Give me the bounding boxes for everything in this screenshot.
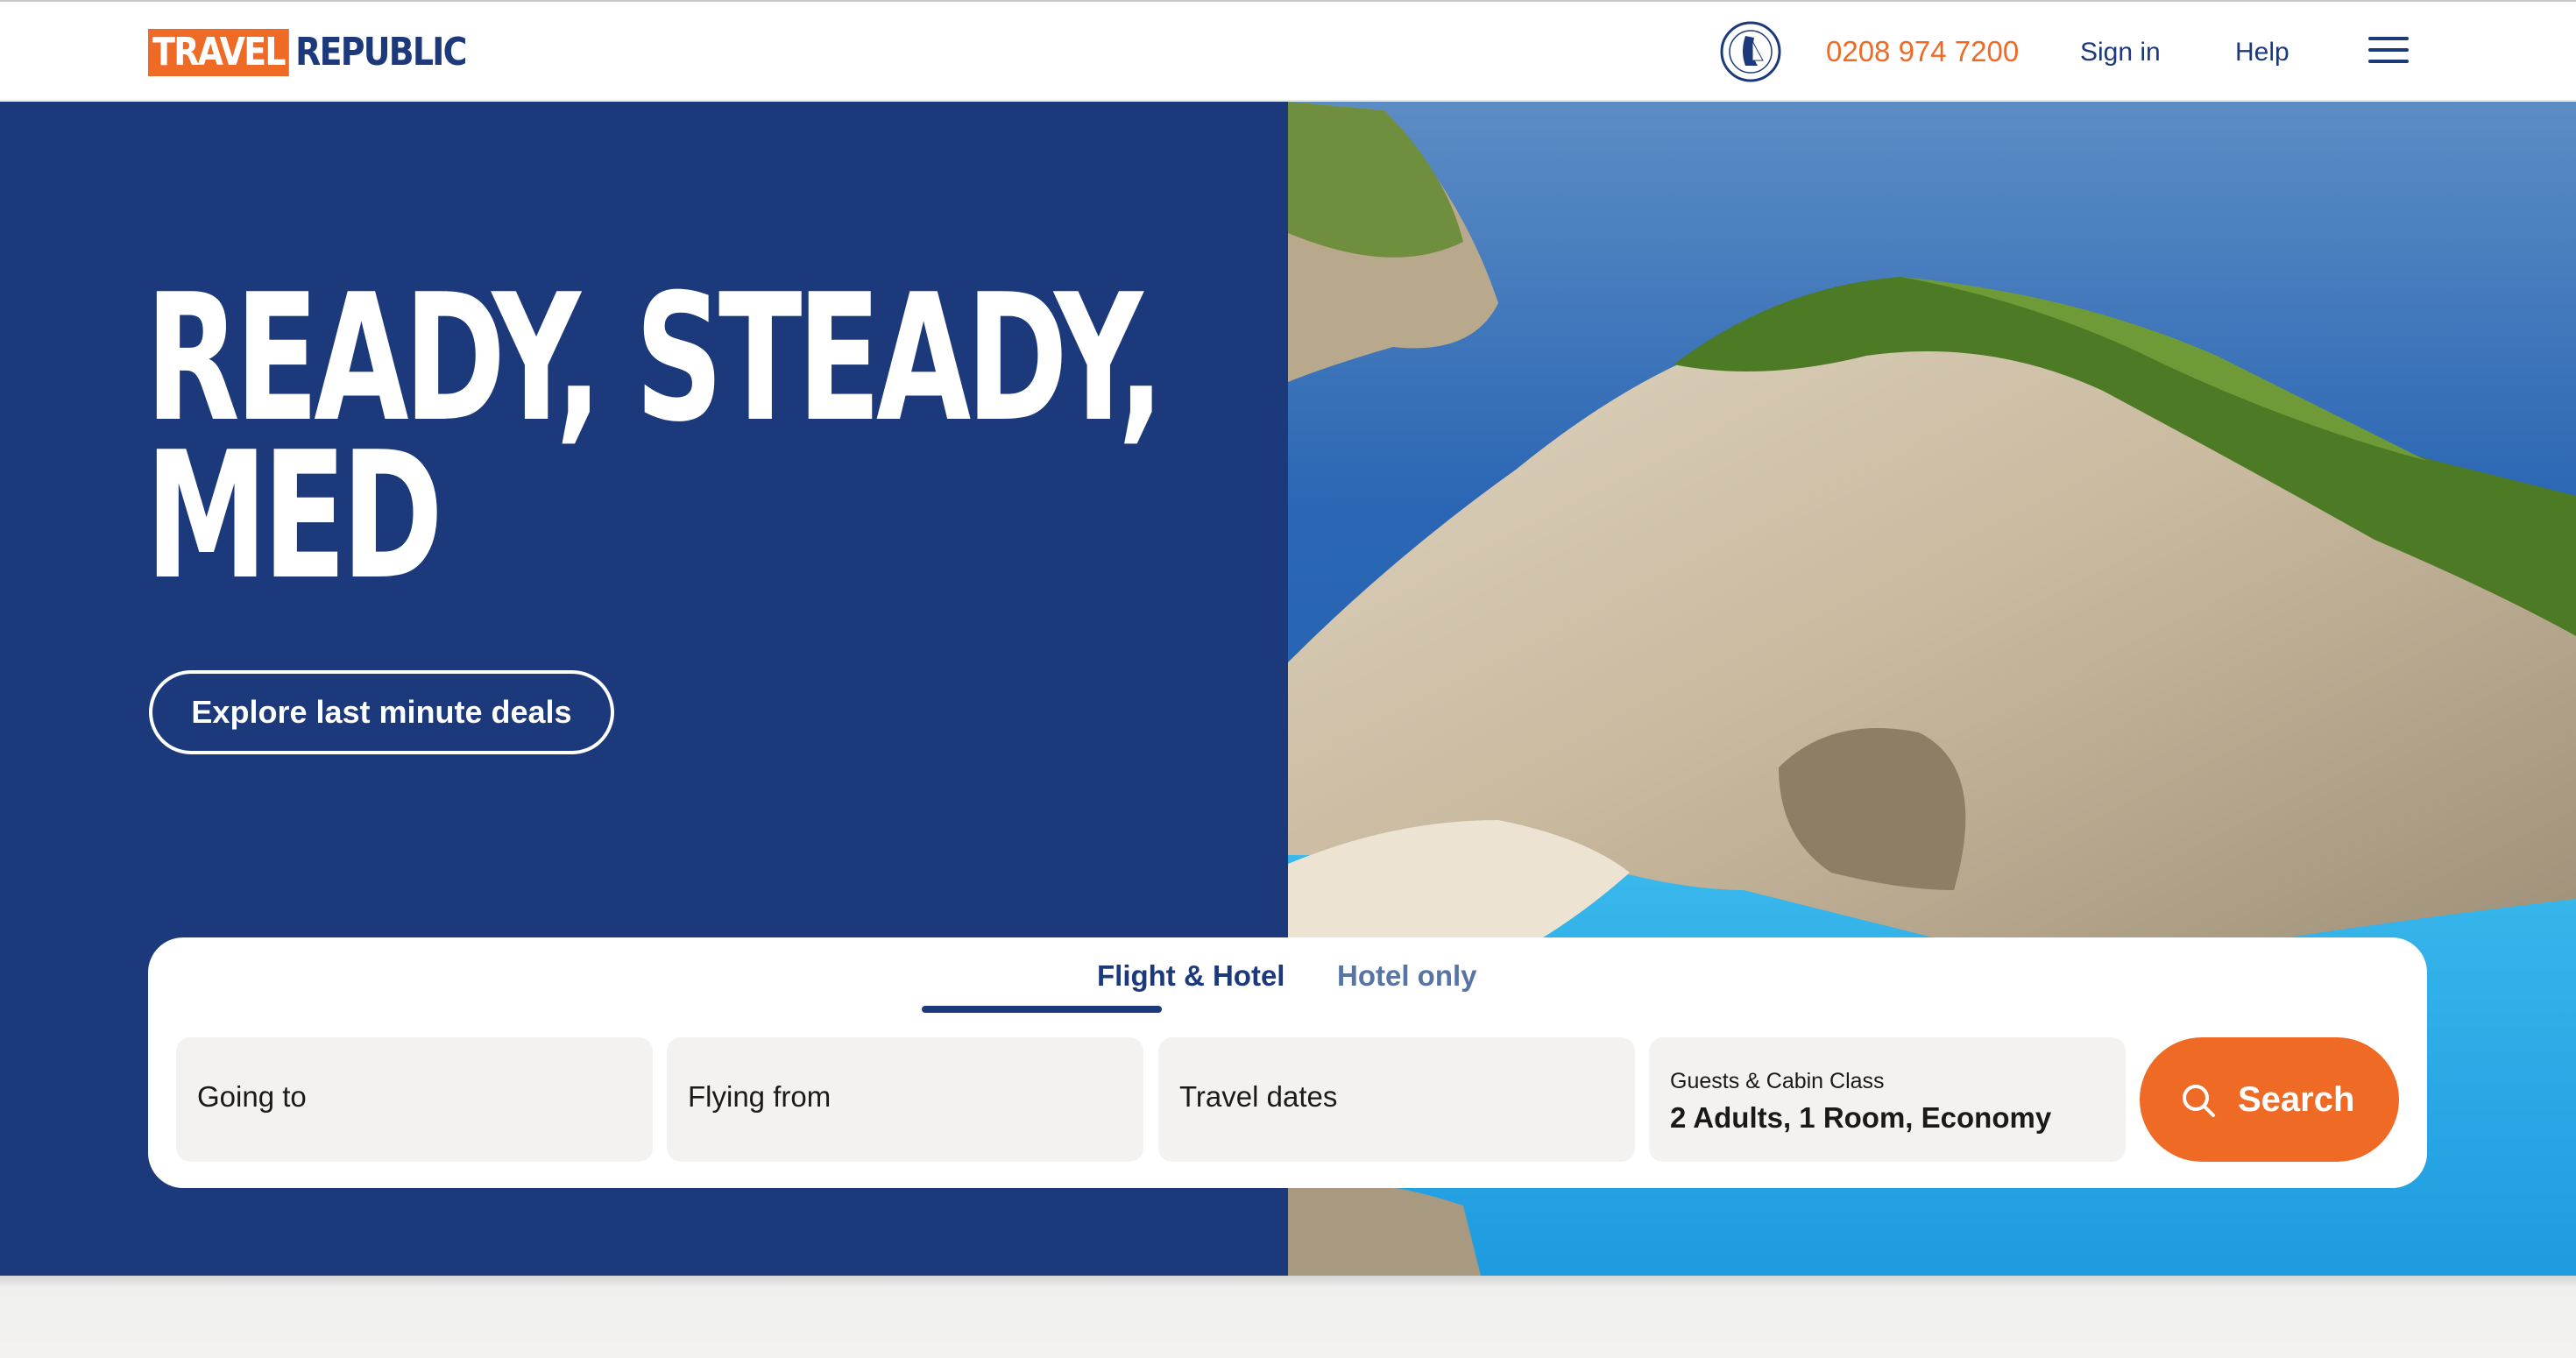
help-link[interactable]: Help: [2235, 35, 2289, 70]
logo-travel-text: TRAVEL: [148, 29, 289, 76]
search-button[interactable]: Search: [2140, 1037, 2399, 1162]
logo-republic-text: REPUBLIC: [295, 30, 467, 74]
tab-hotel-only[interactable]: Hotel only: [1337, 957, 1477, 995]
going-to-field[interactable]: Going to: [176, 1037, 653, 1162]
travel-republic-logo[interactable]: TRAVEL REPUBLIC: [148, 29, 494, 76]
page-content-strip: [0, 1276, 2576, 1358]
explore-deals-button[interactable]: Explore last minute deals: [149, 670, 614, 754]
travel-dates-field[interactable]: Travel dates: [1158, 1037, 1635, 1162]
active-tab-indicator: [922, 1006, 1162, 1013]
atol-protected-badge-icon: [1720, 21, 1781, 82]
guests-cabin-field[interactable]: Guests & Cabin Class 2 Adults, 1 Room, E…: [1649, 1037, 2126, 1162]
search-icon: [2183, 1085, 2215, 1117]
hero-headline: READY, STEADY, MED: [145, 272, 1164, 619]
tab-flight-hotel[interactable]: Flight & Hotel: [1097, 957, 1284, 995]
search-tabs: Flight & Hotel Hotel only: [148, 957, 2427, 1008]
hamburger-menu-icon[interactable]: [2368, 37, 2409, 68]
flying-from-field[interactable]: Flying from: [667, 1037, 1143, 1162]
hero-headline-line-2: MED: [145, 414, 443, 619]
flying-from-label: Flying from: [688, 1080, 832, 1113]
travel-dates-label: Travel dates: [1179, 1080, 1338, 1113]
search-panel: Flight & Hotel Hotel only Going to Flyin…: [148, 937, 2427, 1188]
sign-in-link[interactable]: Sign in: [2080, 35, 2161, 70]
site-header: TRAVEL REPUBLIC 0208 974 7200 Sign in He…: [0, 0, 2576, 101]
search-button-label: Search: [2238, 1080, 2355, 1119]
going-to-label: Going to: [197, 1080, 307, 1113]
guests-cabin-label: Guests & Cabin Class: [1670, 1069, 1885, 1093]
guests-cabin-value: 2 Adults, 1 Room, Economy: [1670, 1101, 2052, 1134]
phone-number-link[interactable]: 0208 974 7200: [1826, 34, 2019, 69]
